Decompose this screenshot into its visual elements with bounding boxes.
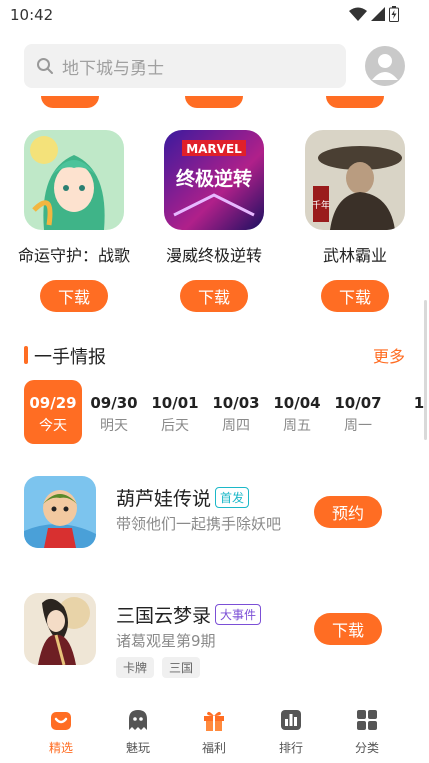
search-placeholder: 地下城与勇士 — [62, 58, 164, 79]
battery-icon — [389, 6, 399, 22]
download-button-partial[interactable] — [41, 96, 99, 108]
tab-label: 福利 — [201, 741, 226, 755]
bottom-tab-bar: 精选 魅玩 福利 排行 分类 — [0, 700, 429, 763]
more-link[interactable]: 更多 — [373, 343, 405, 367]
tab-label: 分类 — [354, 741, 379, 755]
scrollbar[interactable] — [424, 300, 427, 440]
game-card[interactable]: 千年 武林霸业 下载 — [285, 130, 425, 312]
game-card[interactable]: 命运守护：战歌 下载 — [4, 130, 144, 312]
date-tab[interactable]: 10/03 周四 — [207, 380, 265, 444]
tab-play[interactable]: 魅玩 — [108, 708, 168, 756]
download-button[interactable]: 下载 — [321, 280, 389, 312]
event-title: 葫芦娃传说 首发 — [116, 484, 250, 511]
date-tab[interactable]: 09/30 明天 — [85, 380, 143, 444]
date-label: 10/03 — [212, 394, 260, 412]
download-button[interactable]: 下载 — [314, 613, 382, 645]
date-label: 10/01 — [151, 394, 199, 412]
date-label: 10/07 — [334, 394, 382, 412]
weekday-label: 后天 — [161, 418, 189, 434]
icon-title-text: 终极逆转 — [176, 167, 252, 190]
section-accent-bar — [24, 346, 28, 364]
section-title: 一手情报 — [34, 347, 106, 368]
tab-label: 魅玩 — [125, 741, 150, 755]
game-card[interactable]: MARVEL 终极逆转 漫威终极逆转 下载 — [144, 130, 284, 312]
weekday-label: 周一 — [344, 418, 372, 434]
download-button-partial[interactable] — [326, 96, 384, 108]
wifi-icon — [349, 7, 367, 21]
ghost-icon — [129, 710, 147, 730]
ranking-icon — [281, 710, 301, 730]
event-tag-badge: 首发 — [215, 487, 250, 508]
category-chip[interactable]: 卡牌 — [116, 657, 155, 678]
weekday-label: 明天 — [100, 418, 128, 434]
icon-seal-text: 千年 — [312, 199, 330, 211]
event-title: 三国云梦录 大事件 — [116, 601, 262, 628]
calabash-brothers-game-icon[interactable] — [24, 476, 96, 548]
wuxia-swordsman-game-icon[interactable]: 千年 — [305, 130, 405, 230]
marvel-logo-text: MARVEL — [186, 142, 242, 156]
download-button[interactable]: 下载 — [40, 280, 108, 312]
search-icon — [37, 58, 53, 74]
category-chip[interactable]: 三国 — [162, 657, 201, 678]
marvel-snap-game-icon[interactable]: MARVEL 终极逆转 — [164, 130, 264, 230]
date-selector[interactable]: 09/29 今天 09/30 明天 10/01 后天 10/03 周四 10/0… — [24, 380, 429, 444]
event-title-text: 葫芦娃传说 — [116, 488, 212, 510]
weekday-label: 周五 — [283, 418, 311, 434]
date-label: 10/04 — [273, 394, 321, 412]
download-button-partial[interactable] — [185, 96, 243, 108]
event-description: 带领他们一起携手除妖吧 — [116, 515, 282, 533]
status-time: 10:42 — [10, 6, 54, 24]
tab-label: 排行 — [278, 741, 303, 755]
date-tab[interactable]: 10/07 周一 — [329, 380, 387, 444]
three-kingdoms-lady-game-icon[interactable] — [24, 593, 96, 665]
avatar[interactable] — [365, 46, 405, 86]
search-input[interactable]: 地下城与勇士 — [24, 44, 346, 88]
download-button[interactable]: 下载 — [180, 280, 248, 312]
date-label: 09/29 — [29, 394, 77, 412]
status-icons — [349, 6, 399, 22]
category-grid-icon — [357, 710, 377, 730]
event-item[interactable]: 三国云梦录 大事件 诸葛观星第9期 卡牌 三国 下载 — [0, 593, 429, 678]
event-chips: 卡牌 三国 — [116, 657, 201, 678]
game-name: 漫威终极逆转 — [165, 246, 262, 265]
tab-label: 精选 — [48, 741, 73, 755]
date-tab[interactable]: 10/01 后天 — [146, 380, 204, 444]
game-name: 命运守护：战歌 — [17, 246, 130, 265]
date-label: 09/30 — [90, 394, 138, 412]
event-tag-badge: 大事件 — [215, 604, 262, 625]
gift-icon — [204, 711, 224, 731]
weekday-label: 今天 — [39, 418, 67, 434]
tab-featured[interactable]: 精选 — [31, 708, 91, 756]
tab-welfare[interactable]: 福利 — [184, 708, 244, 756]
featured-icon — [51, 712, 71, 730]
green-haired-elf-game-icon[interactable] — [24, 130, 124, 230]
user-icon — [372, 54, 398, 80]
event-title-text: 三国云梦录 — [116, 605, 212, 627]
event-description: 诸葛观星第9期 — [116, 632, 216, 650]
tab-category[interactable]: 分类 — [337, 708, 397, 756]
game-name: 武林霸业 — [322, 246, 387, 265]
event-item[interactable]: 葫芦娃传说 首发 带领他们一起携手除妖吧 预约 — [0, 476, 429, 556]
date-tab[interactable]: 10/04 周五 — [268, 380, 326, 444]
status-bar: 10:42 — [0, 0, 429, 30]
cell-signal-icon — [371, 7, 385, 21]
weekday-label: 周四 — [222, 418, 250, 434]
tab-ranking[interactable]: 排行 — [261, 708, 321, 756]
date-tab-today[interactable]: 09/29 今天 — [24, 380, 82, 444]
reserve-button[interactable]: 预约 — [314, 496, 382, 528]
